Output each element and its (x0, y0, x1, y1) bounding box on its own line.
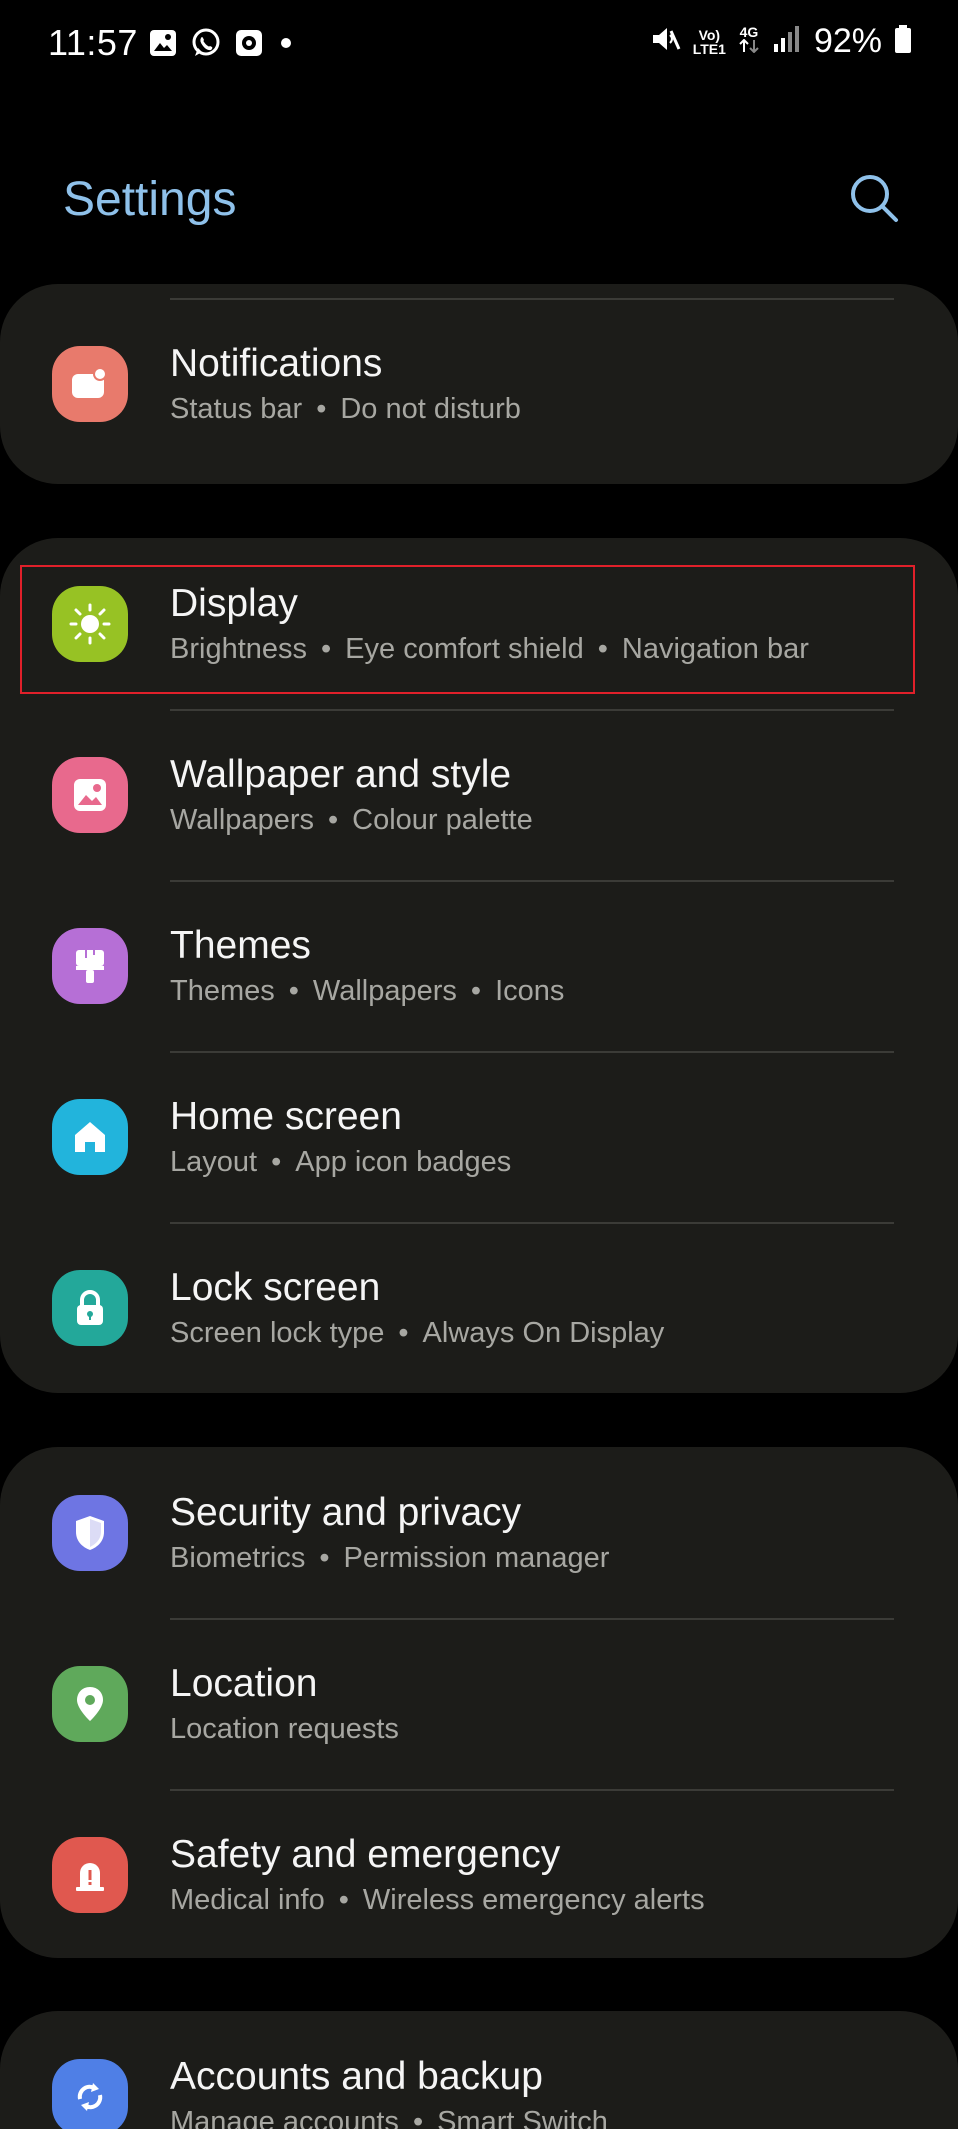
settings-item-title: Wallpaper and style (170, 753, 512, 796)
themes-brush-icon (52, 928, 128, 1004)
settings-item-title: Display (170, 582, 298, 625)
settings-item-title: Location (170, 1662, 318, 1705)
row-divider (170, 880, 894, 882)
battery-percent: 92% (813, 22, 882, 60)
volte-indicator: Vo) LTE1 (692, 26, 726, 57)
whatsapp-icon (190, 27, 222, 64)
settings-screen: 11:57 Vo) LTE1 4G 92% Settings Notificat… (0, 0, 958, 2129)
gallery-icon (148, 28, 178, 63)
settings-item-title: Security and privacy (170, 1491, 522, 1534)
settings-item-subtitle: Wallpapers • Colour palette (170, 804, 533, 836)
location-pin-icon (52, 1666, 128, 1742)
status-bar: 11:57 Vo) LTE1 4G 92% (0, 0, 958, 90)
row-divider (170, 1051, 894, 1053)
row-divider (170, 1222, 894, 1224)
settings-item-subtitle: Screen lock type • Always On Display (170, 1317, 665, 1349)
row-divider (170, 1618, 894, 1620)
notifications-icon (52, 346, 128, 422)
mute-icon (649, 23, 681, 60)
status-notification-icons (148, 27, 296, 64)
home-icon (52, 1099, 128, 1175)
settings-item-subtitle: Layout • App icon badges (170, 1146, 512, 1178)
settings-item-title: Themes (170, 924, 311, 967)
settings-group-display: Display Brightness • Eye comfort shield • Na… (0, 538, 958, 1393)
settings-group-security: Security and privacy Biometrics • Permissi… (0, 1447, 958, 1958)
settings-item-title: Lock screen (170, 1266, 381, 1309)
wallpaper-icon (52, 757, 128, 833)
settings-item-wallpaper-and-style[interactable]: Wallpaper and style Wallpapers • Colour pa… (0, 709, 958, 880)
shield-icon (52, 1495, 128, 1571)
settings-item-home-screen[interactable]: Home screen Layout • App icon badges (0, 1051, 958, 1222)
row-divider (170, 1789, 894, 1791)
status-system-icons: Vo) LTE1 4G 92% (649, 22, 912, 61)
row-divider (170, 298, 894, 300)
settings-item-title: Home screen (170, 1095, 402, 1138)
status-time: 11:57 (48, 22, 138, 63)
settings-item-subtitle: Location requests (170, 1713, 399, 1745)
settings-item-subtitle: Biometrics • Permission manager (170, 1542, 610, 1574)
settings-item-title: Safety and emergency (170, 1833, 561, 1876)
settings-group-accounts: Accounts and backup Manage accounts • Smar… (0, 2011, 958, 2129)
row-divider (170, 709, 894, 711)
settings-item-title: Accounts and backup (170, 2055, 543, 2098)
battery-icon (894, 24, 912, 59)
screen-recorder-icon (234, 28, 264, 63)
settings-item-location[interactable]: Location Location requests (0, 1618, 958, 1789)
settings-item-notifications[interactable]: Notifications Status bar • Do not disturb (0, 298, 958, 469)
notification-dot-icon (276, 33, 296, 58)
sync-icon (52, 2059, 128, 2129)
settings-item-accounts-and-backup[interactable]: Accounts and backup Manage accounts • Smar… (0, 2011, 958, 2129)
settings-item-subtitle: Brightness • Eye comfort shield • Navigation… (170, 633, 809, 665)
page-title: Settings (63, 173, 237, 226)
settings-item-safety-and-emergency[interactable]: Safety and emergency Medical info • Wirele… (0, 1789, 958, 1958)
settings-group-notifications: Notifications Status bar • Do not disturb (0, 284, 958, 484)
network-4g-indicator: 4G (738, 25, 760, 58)
search-button[interactable] (846, 170, 902, 226)
settings-item-display[interactable]: Display Brightness • Eye comfort shield • Na… (0, 538, 958, 709)
emergency-icon (52, 1837, 128, 1913)
signal-icon (772, 24, 802, 59)
search-icon (851, 175, 898, 222)
settings-item-subtitle: Status bar • Do not disturb (170, 393, 521, 425)
lock-icon (52, 1270, 128, 1346)
settings-item-lock-screen[interactable]: Lock screen Screen lock type • Always On D… (0, 1222, 958, 1393)
settings-item-subtitle: Medical info • Wireless emergency alerts (170, 1884, 705, 1916)
settings-item-subtitle: Themes • Wallpapers • Icons (170, 975, 565, 1007)
display-sun-icon (52, 586, 128, 662)
settings-item-title: Notifications (170, 342, 383, 385)
settings-item-themes[interactable]: Themes Themes • Wallpapers • Icons (0, 880, 958, 1051)
settings-item-security-and-privacy[interactable]: Security and privacy Biometrics • Permissi… (0, 1447, 958, 1618)
settings-item-subtitle: Manage accounts • Smart Switch (170, 2106, 608, 2129)
